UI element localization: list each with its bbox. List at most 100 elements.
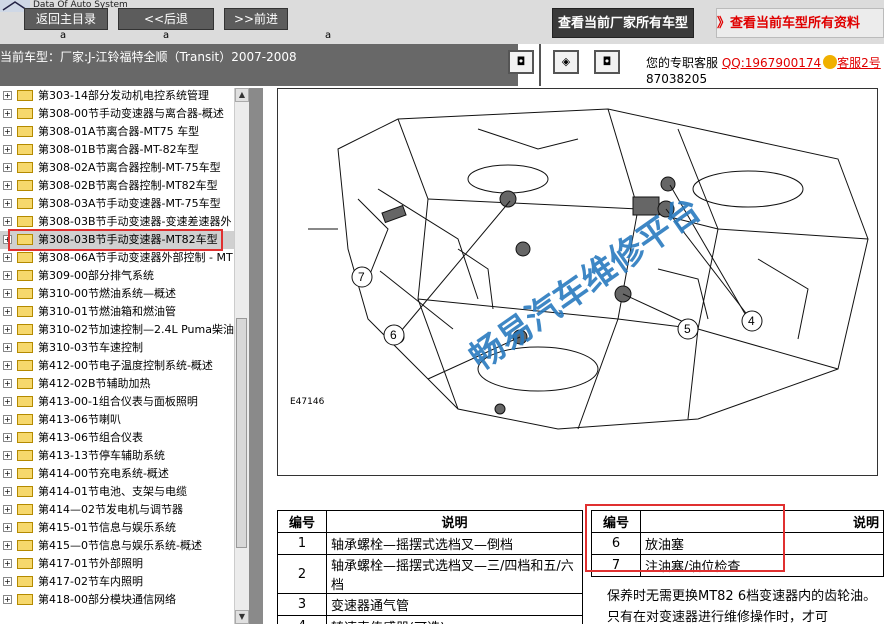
expand-icon[interactable]: + bbox=[3, 469, 12, 478]
expand-icon[interactable]: + bbox=[3, 91, 12, 100]
home-button[interactable]: 返回主目录 bbox=[24, 8, 108, 30]
divider bbox=[539, 44, 541, 86]
expand-icon[interactable]: + bbox=[3, 109, 12, 118]
folder-icon bbox=[17, 522, 33, 533]
expand-icon[interactable]: + bbox=[3, 253, 12, 262]
expand-icon[interactable]: + bbox=[3, 595, 12, 604]
folder-icon bbox=[17, 360, 33, 371]
expand-icon[interactable]: + bbox=[3, 487, 12, 496]
tree-item[interactable]: + 第417-01节外部照明 bbox=[0, 555, 234, 573]
tree-item[interactable]: + 第308-00节手动变速器与离合器-概述 bbox=[0, 105, 234, 123]
cell-desc: 转速表传感器(可选) bbox=[326, 615, 583, 624]
expand-icon[interactable]: + bbox=[3, 415, 12, 424]
expand-icon[interactable]: + bbox=[3, 577, 12, 586]
expand-icon[interactable]: + bbox=[3, 271, 12, 280]
tree-item[interactable]: + 第308-01B节离合器-MT-82车型 bbox=[0, 141, 234, 159]
tree-item[interactable]: + 第414-00节充电系统-概述 bbox=[0, 465, 234, 483]
expand-icon[interactable]: + bbox=[3, 523, 12, 532]
expand-icon[interactable]: + bbox=[3, 397, 12, 406]
tree-item[interactable]: + 第413-06节组合仪表 bbox=[0, 429, 234, 447]
tree-item[interactable]: + 第308-01A节离合器-MT75 车型 bbox=[0, 123, 234, 141]
tree-item[interactable]: + 第417-02节车内照明 bbox=[0, 573, 234, 591]
expand-icon[interactable]: + bbox=[3, 217, 12, 226]
service-extra-link[interactable]: 客服2号 bbox=[837, 56, 881, 70]
expand-icon[interactable]: + bbox=[3, 307, 12, 316]
forward-button[interactable]: >>前进 bbox=[224, 8, 288, 30]
qq-link[interactable]: QQ:1967900174 bbox=[722, 56, 821, 70]
expand-icon[interactable]: + bbox=[3, 127, 12, 136]
layout-split-button[interactable]: ◈ bbox=[553, 50, 579, 74]
cell-number: 1 bbox=[277, 532, 327, 555]
expand-icon[interactable]: + bbox=[3, 559, 12, 568]
folder-icon bbox=[17, 558, 33, 569]
tree-item[interactable]: + 第309-00部分排气系统 bbox=[0, 267, 234, 285]
link-marker[interactable]: a bbox=[60, 30, 66, 41]
tree-item[interactable]: + 第414-01节电池、支架与电缆 bbox=[0, 483, 234, 501]
tree-item[interactable]: + 第308-02B节离合器控制-MT82车型 bbox=[0, 177, 234, 195]
tree-item[interactable]: + 第414—02节发电机与调节器 bbox=[0, 501, 234, 519]
folder-icon bbox=[17, 414, 33, 425]
link-marker[interactable]: a bbox=[163, 30, 169, 41]
folder-icon bbox=[17, 198, 33, 209]
tree-item[interactable]: + 第310-02节加速控制—2.4L Puma柴油 bbox=[0, 321, 234, 339]
expand-icon[interactable]: + bbox=[3, 451, 12, 460]
tree-item[interactable]: + 第418-00部分模块通信网络 bbox=[0, 591, 234, 609]
tree-item[interactable]: + 第412-00节电子温度控制系统-概述 bbox=[0, 357, 234, 375]
expand-icon[interactable]: + bbox=[3, 361, 12, 370]
tree-item-label: 第413-00-1组合仪表与面板照明 bbox=[38, 395, 198, 408]
folder-icon bbox=[17, 90, 33, 101]
expand-icon[interactable]: + bbox=[3, 199, 12, 208]
folder-icon bbox=[17, 432, 33, 443]
expand-icon[interactable]: + bbox=[3, 325, 12, 334]
tree-item-label: 第308-00节手动变速器与离合器-概述 bbox=[38, 107, 224, 120]
layout-right-button[interactable]: ◘ bbox=[594, 50, 620, 74]
tree-item-label: 第413-06节喇叭 bbox=[38, 413, 121, 426]
tree-item[interactable]: + 第310-01节燃油箱和燃油管 bbox=[0, 303, 234, 321]
vendor-models-button[interactable]: 查看当前厂家所有车型 bbox=[552, 8, 694, 38]
scroll-down-arrow-icon[interactable]: ▼ bbox=[235, 610, 249, 624]
transmission-diagram: 4 5 6 7 E47146 畅易汽车维修平台 bbox=[277, 88, 878, 476]
highlight-box bbox=[585, 504, 785, 572]
sidebar-scrollbar[interactable]: ▲ ▼ bbox=[234, 88, 249, 624]
callout-7-label: 7 bbox=[358, 270, 365, 284]
folder-icon bbox=[17, 504, 33, 515]
top-toolbar: Data Of Auto System 返回主目录 <<后退 >>前进 a a … bbox=[0, 0, 884, 44]
tree-item[interactable]: + 第308-03A节手动变速器-MT-75车型 bbox=[0, 195, 234, 213]
cell-number: 2 bbox=[277, 554, 327, 594]
table-row: 4转速表传感器(可选) bbox=[277, 615, 583, 624]
tree-item[interactable]: + 第308-02A节离合器控制-MT-75车型 bbox=[0, 159, 234, 177]
tree-item-label: 第310-01节燃油箱和燃油管 bbox=[38, 305, 176, 318]
tree-item[interactable]: + 第308-06A节手动变速器外部控制 - MT bbox=[0, 249, 234, 267]
tree-item[interactable]: + 第413-13节停车辅助系统 bbox=[0, 447, 234, 465]
folder-icon bbox=[17, 216, 33, 227]
back-button[interactable]: <<后退 bbox=[118, 8, 214, 30]
expand-icon[interactable]: + bbox=[3, 343, 12, 352]
expand-icon[interactable]: + bbox=[3, 379, 12, 388]
folder-icon bbox=[17, 144, 33, 155]
expand-icon[interactable]: + bbox=[3, 163, 12, 172]
tree-item[interactable]: + 第303-14部分发动机电控系统管理 bbox=[0, 88, 234, 105]
tree-item[interactable]: + 第415—0节信息与娱乐系统-概述 bbox=[0, 537, 234, 555]
tree-item[interactable]: + 第412-02B节辅助加热 bbox=[0, 375, 234, 393]
tree-item[interactable]: + 第310-00节燃油系统—概述 bbox=[0, 285, 234, 303]
tree-item[interactable]: + 第413-00-1组合仪表与面板照明 bbox=[0, 393, 234, 411]
tree-item[interactable]: + 第415-01节信息与娱乐系统 bbox=[0, 519, 234, 537]
expand-icon[interactable]: + bbox=[3, 145, 12, 154]
expand-icon[interactable]: + bbox=[3, 181, 12, 190]
model-docs-button[interactable]: 》查看当前车型所有资料 bbox=[716, 8, 884, 38]
tree-item-label: 第308-01B节离合器-MT-82车型 bbox=[38, 143, 199, 156]
pane-divider[interactable] bbox=[249, 88, 263, 624]
maintenance-note: 保养时无需更换MT82 6档变速器内的齿轮油。只有在对变速器进行维修操作时，才可 bbox=[607, 589, 877, 624]
scroll-up-arrow-icon[interactable]: ▲ bbox=[235, 88, 249, 102]
scroll-thumb[interactable] bbox=[236, 318, 247, 548]
link-marker[interactable]: a bbox=[325, 30, 331, 41]
tree-item[interactable]: + 第310-03节车速控制 bbox=[0, 339, 234, 357]
qq-icon[interactable] bbox=[823, 55, 838, 69]
expand-icon[interactable]: + bbox=[3, 289, 12, 298]
expand-icon[interactable]: + bbox=[3, 541, 12, 550]
tree-item[interactable]: + 第413-06节喇叭 bbox=[0, 411, 234, 429]
expand-icon[interactable]: + bbox=[3, 505, 12, 514]
layout-left-button[interactable]: ◘ bbox=[508, 50, 534, 74]
expand-icon[interactable]: + bbox=[3, 433, 12, 442]
service-info: 您的专职客服 QQ:1967900174 客服2号 bbox=[646, 54, 881, 71]
